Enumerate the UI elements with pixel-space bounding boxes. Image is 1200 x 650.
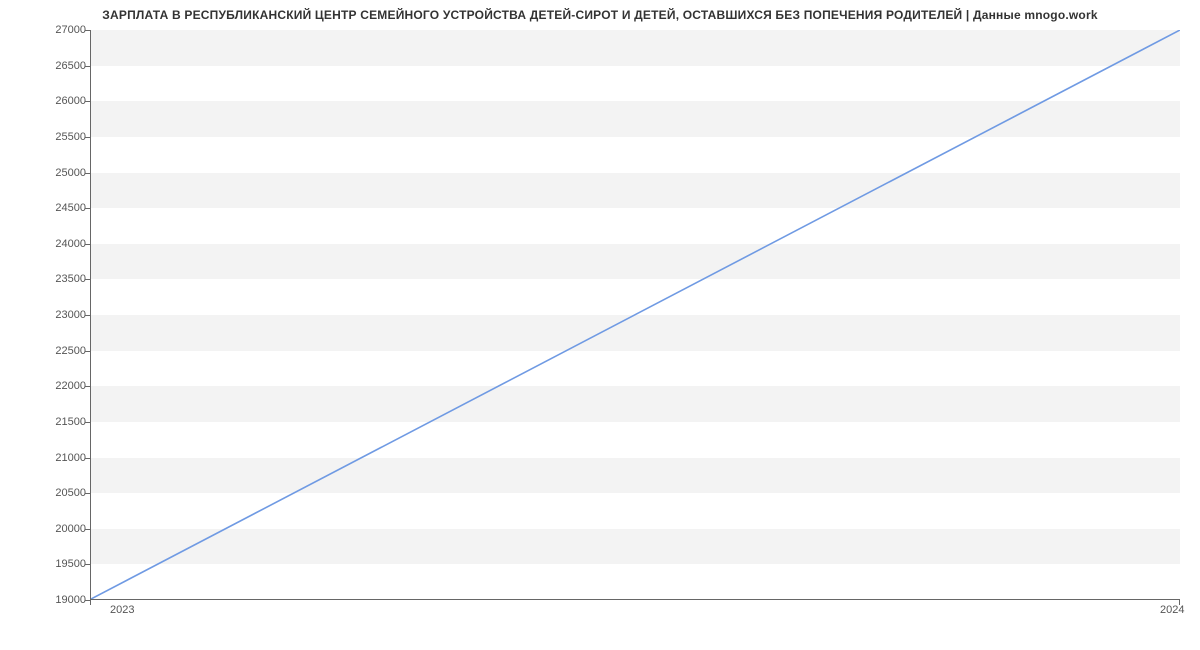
y-tick-label: 22500: [16, 345, 86, 357]
y-tick-label: 25500: [16, 131, 86, 143]
x-tick-mark: [90, 600, 91, 605]
y-tick-label: 22000: [16, 380, 86, 392]
y-tick-label: 23000: [16, 309, 86, 321]
data-line: [91, 30, 1180, 599]
chart-container: ЗАРПЛАТА В РЕСПУБЛИКАНСКИЙ ЦЕНТР СЕМЕЙНО…: [0, 0, 1200, 650]
y-tick-label: 20000: [16, 523, 86, 535]
y-tick-label: 26500: [16, 60, 86, 72]
y-tick-label: 21000: [16, 452, 86, 464]
y-tick-label: 19000: [16, 594, 86, 606]
y-tick-label: 21500: [16, 416, 86, 428]
y-tick-label: 23500: [16, 273, 86, 285]
y-tick-label: 27000: [16, 24, 86, 36]
x-tick-label: 2024: [1160, 604, 1184, 616]
y-tick-label: 24500: [16, 202, 86, 214]
x-tick-label: 2023: [110, 604, 134, 616]
y-tick-label: 19500: [16, 558, 86, 570]
y-tick-label: 20500: [16, 487, 86, 499]
plot-area: [90, 30, 1180, 600]
y-tick-label: 25000: [16, 167, 86, 179]
chart-title: ЗАРПЛАТА В РЕСПУБЛИКАНСКИЙ ЦЕНТР СЕМЕЙНО…: [0, 8, 1200, 22]
y-tick-label: 26000: [16, 95, 86, 107]
y-tick-label: 24000: [16, 238, 86, 250]
